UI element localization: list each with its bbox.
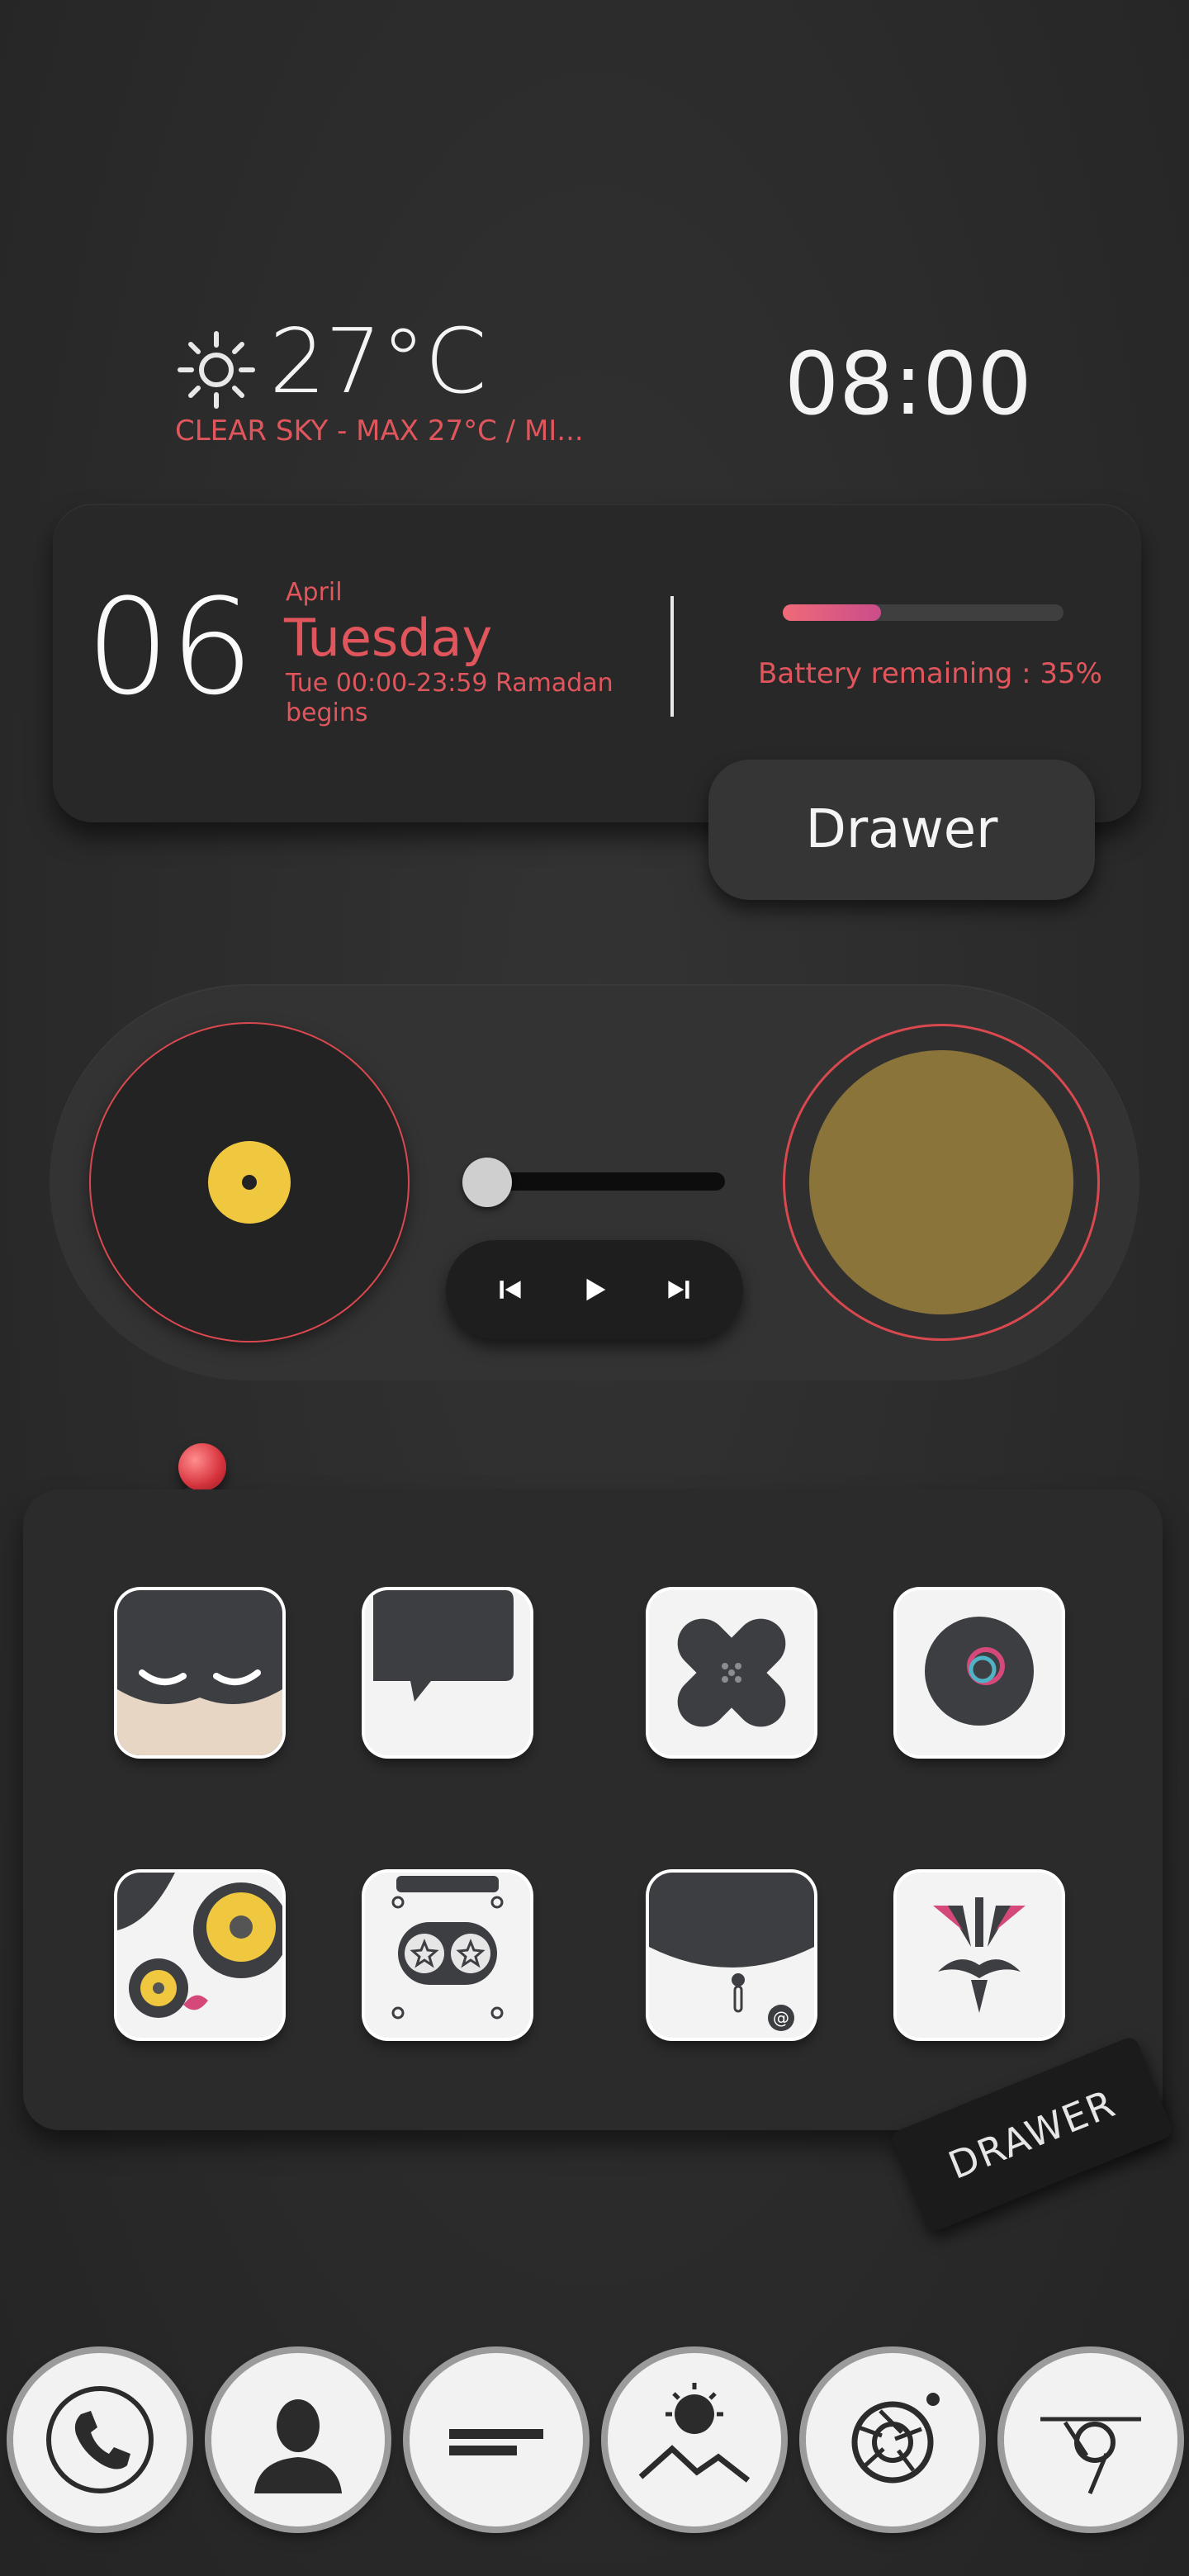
- mustache-mask-icon: [897, 1873, 1062, 2038]
- app-lens[interactable]: [897, 1590, 1062, 1755]
- chat-bubble-icon: [365, 1590, 530, 1755]
- dock-contacts[interactable]: [211, 2353, 385, 2526]
- clock[interactable]: 08:00: [784, 334, 1032, 434]
- calendar-event[interactable]: Tue 00:00-23:59 Ramadan begins: [286, 669, 616, 728]
- dock-browser[interactable]: [1004, 2353, 1177, 2526]
- dock-gallery[interactable]: [608, 2353, 781, 2526]
- batman-icon: [117, 1590, 282, 1755]
- day-number[interactable]: 06: [86, 570, 254, 724]
- contact-icon: [254, 2399, 342, 2493]
- zipper-pocket-icon: @: [649, 1873, 814, 2038]
- app-mask[interactable]: [897, 1873, 1062, 2038]
- svg-text:@: @: [773, 2008, 789, 2028]
- app-batman[interactable]: [117, 1590, 282, 1755]
- album-art[interactable]: [809, 1050, 1073, 1314]
- previous-icon[interactable]: [489, 1268, 532, 1311]
- app-messages[interactable]: [365, 1590, 530, 1755]
- cassette-icon: [365, 1873, 530, 2038]
- battery-bar-fill: [783, 604, 881, 621]
- card-divider: [670, 596, 674, 717]
- gallery-icon: [638, 2383, 751, 2483]
- record-hole: [242, 1175, 257, 1190]
- month-label: April: [286, 578, 343, 607]
- dock-messages[interactable]: [410, 2353, 583, 2526]
- next-icon[interactable]: [657, 1268, 700, 1311]
- pin-head: [178, 1443, 226, 1491]
- app-email[interactable]: @: [649, 1873, 814, 2038]
- weekday-label: Tuesday: [284, 608, 493, 668]
- play-icon[interactable]: [573, 1268, 616, 1311]
- dock-camera[interactable]: [806, 2353, 979, 2526]
- sun-icon: [178, 331, 255, 409]
- app-monster[interactable]: [117, 1873, 282, 2038]
- camera-icon: [851, 2393, 940, 2484]
- temperature[interactable]: 27°C: [269, 310, 487, 414]
- drawer-button[interactable]: Drawer: [708, 760, 1095, 900]
- camera-lens-icon: [897, 1590, 1062, 1755]
- app-music[interactable]: [365, 1873, 530, 2038]
- seek-handle[interactable]: [462, 1158, 512, 1207]
- monster-face-icon: [117, 1873, 282, 2038]
- message-icon: [449, 2429, 543, 2455]
- bandage-icon: [649, 1590, 814, 1755]
- battery-remaining-label: Battery remaining : 35%: [758, 657, 1102, 690]
- app-bandage[interactable]: [649, 1590, 814, 1755]
- weather-description: CLEAR SKY - MAX 27°C / MI...: [175, 414, 584, 447]
- dock-phone[interactable]: [13, 2353, 187, 2526]
- browser-icon: [1040, 2417, 1141, 2494]
- phone-icon: [46, 2386, 154, 2493]
